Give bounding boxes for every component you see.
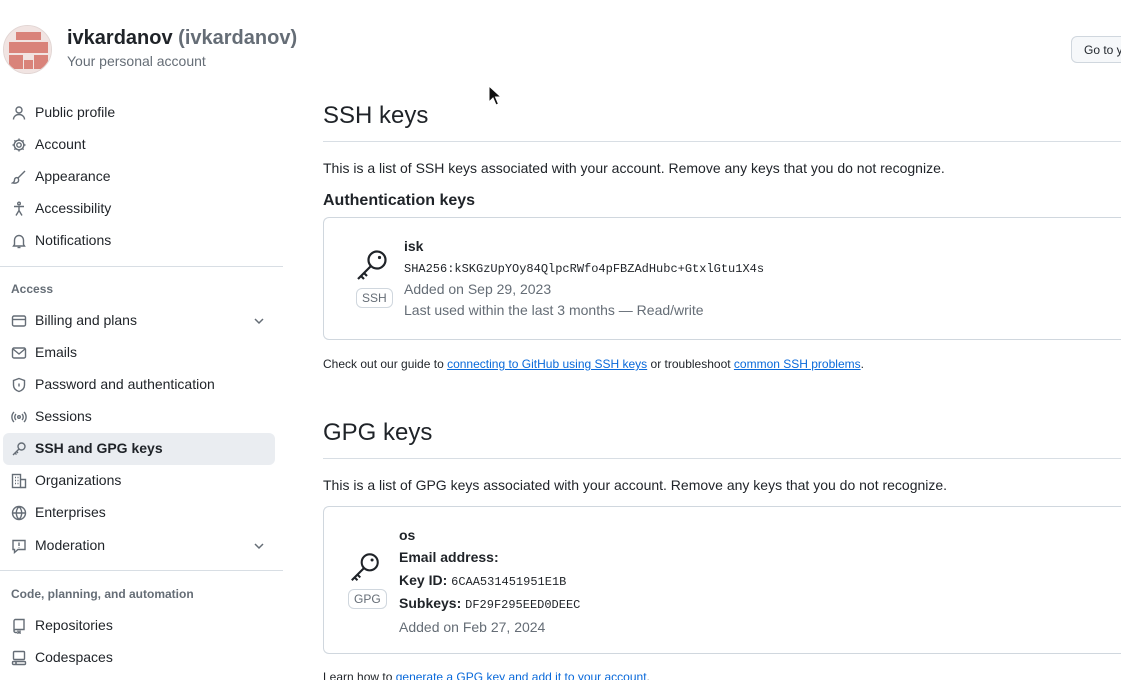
sidebar-item-label: Enterprises: [35, 504, 106, 520]
gpg-key-name: os: [399, 527, 416, 543]
sidebar-item-sessions[interactable]: Sessions: [3, 401, 275, 433]
key-icon: [348, 551, 382, 585]
sidebar-item-label: Accessibility: [35, 200, 112, 216]
sidebar-item-label: Sessions: [35, 408, 92, 424]
section-heading-code-planning: Code, planning, and automation: [11, 587, 194, 601]
ssh-key-added-date: Added on Sep 29, 2023: [404, 281, 552, 297]
sidebar-item-organizations[interactable]: Organizations: [3, 465, 275, 497]
avatar[interactable]: [3, 25, 52, 74]
accessibility-icon: [11, 201, 27, 217]
key-icon: [11, 441, 27, 457]
gpg-key-id-row: Key ID: 6CAA531451951E1B: [399, 572, 566, 589]
person-icon: [11, 105, 27, 121]
report-icon: [11, 538, 27, 554]
chevron-down-icon[interactable]: [251, 313, 267, 329]
broadcast-icon: [11, 409, 27, 425]
sidebar-item-enterprises[interactable]: Enterprises: [3, 497, 275, 529]
user-handle: (ivkardanov): [178, 27, 298, 49]
account-header: ivkardanov (ivkardanov) Your personal ac…: [0, 0, 1121, 90]
gpg-key-added-date: Added on Feb 27, 2024: [399, 619, 546, 635]
gpg-subkeys-value: DF29F295EED0DEEC: [465, 598, 581, 612]
ssh-key-fingerprint: SHA256:kSKGzUpYOy84QlpcRWfo4pFBZAdHubc+G…: [404, 262, 765, 276]
paintbrush-icon: [11, 169, 27, 185]
bell-icon: [11, 233, 27, 249]
sidebar-item-label: SSH and GPG keys: [35, 440, 163, 456]
sidebar-item-label: Appearance: [35, 168, 111, 184]
sidebar-item-label: Repositories: [35, 617, 113, 633]
mouse-cursor-icon: [488, 84, 503, 110]
sidebar-item-moderation[interactable]: Moderation: [3, 530, 275, 562]
sidebar-item-repositories[interactable]: Repositories: [3, 610, 275, 642]
gpg-title-divider: [323, 458, 1121, 459]
shield-lock-icon: [11, 377, 27, 393]
sidebar-item-codespaces[interactable]: Codespaces: [3, 642, 275, 674]
ssh-key-name: isk: [404, 238, 424, 254]
ssh-guide-suffix: .: [860, 357, 864, 371]
gpg-subkeys-label: Subkeys:: [399, 595, 462, 611]
sidebar-item-label: Notifications: [35, 232, 112, 248]
sidebar-item-label: Emails: [35, 344, 78, 360]
sidebar-divider: [0, 266, 283, 267]
gear-icon: [11, 137, 27, 153]
sidebar-item-public-profile[interactable]: Public profile: [3, 97, 275, 129]
sidebar-item-emails[interactable]: Emails: [3, 337, 275, 369]
sidebar-item-label: Account: [35, 136, 86, 152]
gpg-email-label: Email address:: [399, 549, 499, 565]
key-icon: [354, 248, 390, 284]
sidebar-item-label: Public profile: [35, 104, 116, 120]
sidebar-item-label: Billing and plans: [35, 312, 137, 328]
account-name[interactable]: ivkardanov (ivkardanov): [67, 27, 297, 50]
gpg-key-id-label: Key ID:: [399, 572, 448, 588]
ssh-key-last-used: Last used within the last 3 months — Rea…: [404, 302, 704, 318]
gpg-learn-prefix: Learn how to: [323, 670, 396, 680]
sidebar-item-label: Moderation: [35, 537, 106, 553]
sidebar-item-billing-and-plans[interactable]: Billing and plans: [3, 305, 275, 337]
section-heading-access: Access: [11, 282, 54, 296]
gpg-learn-note: Learn how to generate a GPG key and add …: [323, 670, 650, 680]
organization-icon: [11, 473, 27, 489]
authentication-keys-heading: Authentication keys: [323, 192, 476, 209]
gpg-learn-suffix: .: [646, 670, 650, 680]
ssh-title-divider: [323, 141, 1121, 142]
sidebar-item-label: Password and authentication: [35, 376, 215, 392]
sidebar-item-notifications[interactable]: Notifications: [3, 225, 275, 257]
sidebar-divider: [0, 570, 283, 571]
mail-icon: [11, 345, 27, 361]
ssh-troubleshoot-link[interactable]: common SSH problems: [734, 357, 861, 371]
codespaces-icon: [11, 650, 27, 666]
gpg-learn-link[interactable]: generate a GPG key and add it to your ac…: [396, 670, 647, 680]
user-name: ivkardanov: [67, 27, 173, 49]
account-subtitle: Your personal account: [67, 53, 206, 69]
ssh-guide-note: Check out our guide to connecting to Git…: [323, 357, 864, 371]
gpg-description: This is a list of GPG keys associated wi…: [323, 477, 948, 493]
ssh-description: This is a list of SSH keys associated wi…: [323, 160, 945, 176]
globe-icon: [11, 505, 27, 521]
sidebar-item-account[interactable]: Account: [3, 129, 275, 161]
chevron-down-icon[interactable]: [251, 538, 267, 554]
gpg-key-id-value: 6CAA531451951E1B: [451, 575, 567, 589]
gpg-email-row: Email address:: [399, 549, 499, 565]
credit-card-icon: [11, 313, 27, 329]
repo-icon: [11, 618, 27, 634]
ssh-guide-link[interactable]: connecting to GitHub using SSH keys: [447, 357, 647, 371]
gpg-key-type-badge: GPG: [348, 589, 387, 609]
ssh-key-type-badge: SSH: [356, 288, 393, 308]
sidebar-item-ssh-and-gpg-keys[interactable]: SSH and GPG keys: [3, 433, 275, 465]
ssh-guide-middle: or troubleshoot: [647, 357, 734, 371]
sidebar-item-appearance[interactable]: Appearance: [3, 161, 275, 193]
ssh-guide-prefix: Check out our guide to: [323, 357, 448, 371]
gpg-keys-title: GPG keys: [323, 419, 433, 446]
gpg-subkeys-row: Subkeys: DF29F295EED0DEEC: [399, 595, 580, 612]
gpg-key-card: GPG os Email address: Key ID: 6CAA531451…: [323, 506, 1121, 654]
sidebar-item-accessibility[interactable]: Accessibility: [3, 193, 275, 225]
ssh-key-card: SSH isk SHA256:kSKGzUpYOy84QlpcRWfo4pFBZ…: [323, 217, 1121, 340]
sidebar-item-password-and-authentication[interactable]: Password and authentication: [3, 369, 275, 401]
sidebar-item-label: Organizations: [35, 472, 122, 488]
sidebar-item-label: Codespaces: [35, 649, 113, 665]
go-to-profile-button[interactable]: Go to your personal profile: [1071, 36, 1121, 63]
ssh-keys-title: SSH keys: [323, 102, 429, 129]
